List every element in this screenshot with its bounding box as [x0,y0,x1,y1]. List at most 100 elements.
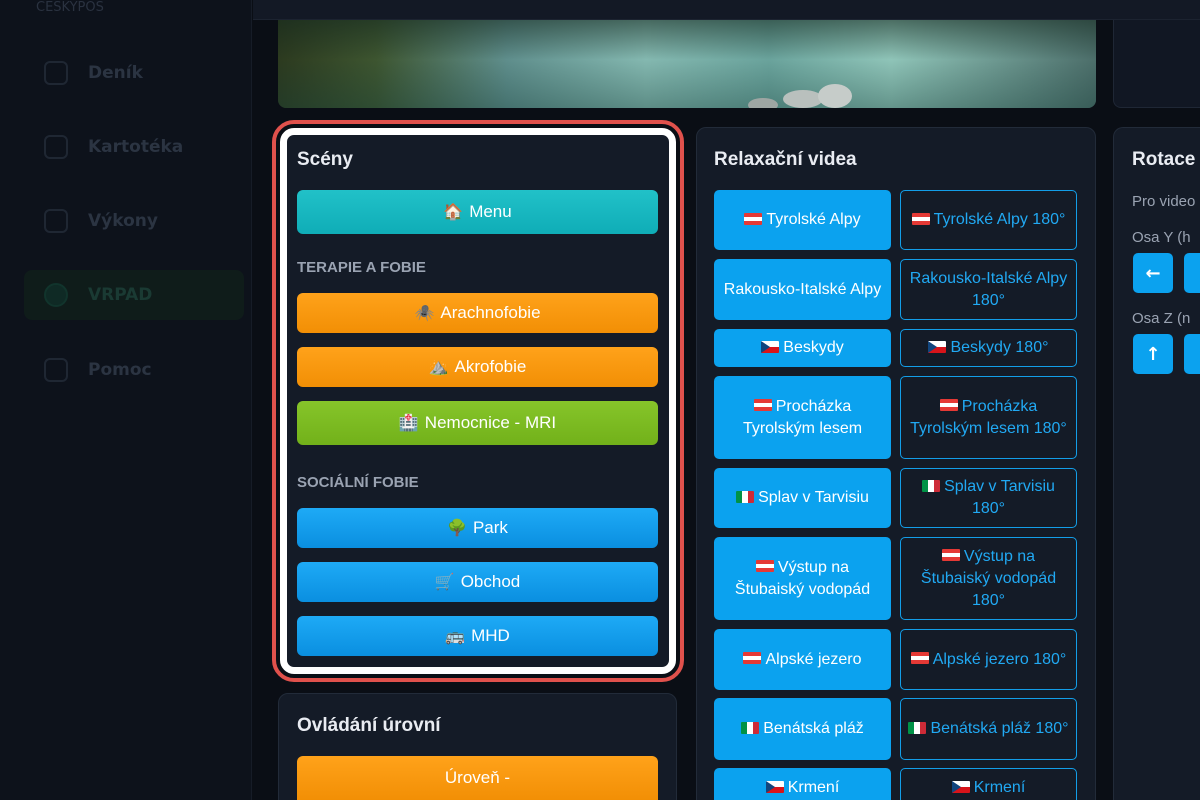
scene-transport-button[interactable]: 🚌 MHD [297,616,658,656]
sidebar-item-label: Deník [88,63,143,83]
relax-videos-title: Relaxační videa [714,149,857,170]
sidebar-item-vykony[interactable]: Výkony [24,196,244,246]
video-label: Krmení [951,777,1025,799]
video-180-button[interactable]: Splav v Tarvisiu 180° [900,468,1077,528]
button-label: Park [472,518,508,537]
flag-cz-icon [765,780,784,793]
rotate-z-up-button[interactable]: ↑ [1133,334,1173,374]
scene-shop-button[interactable]: 🛒 Obchod [297,562,658,602]
flag-at-icon [911,212,930,225]
rotate-y-left-button[interactable]: ← [1133,253,1173,293]
video-button[interactable]: Benátská pláž [714,698,891,760]
video-title: Rakousko-Italské Alpy 180° [909,269,1068,309]
video-button[interactable]: Beskydy [714,329,891,367]
rock-shape [818,84,852,108]
scene-arachnophobia-button[interactable]: 🕷️ Arachnofobie [297,293,658,333]
flag-at-icon [755,560,774,573]
video-label: Benátská pláž 180° [908,718,1069,740]
video-button[interactable]: Výstup na Štubaiský vodopád [714,537,891,620]
flag-it-icon [741,721,760,734]
flag-at-icon [744,212,763,225]
video-title: Tyrolské Alpy [766,211,861,228]
flag-at-icon [939,399,958,412]
video-label: Tyrolské Alpy [744,209,861,231]
therapy-section-label: TERAPIE A FOBIE [297,259,426,276]
scene-hospital-mri-button[interactable]: 🏥 Nemocnice - MRI [297,401,658,445]
right-panel-top [1113,20,1200,108]
video-button[interactable]: Splav v Tarvisiu [714,468,891,528]
video-title: Alpské jezero 180° [932,650,1067,668]
video-title: Beskydy [783,339,844,356]
level-decrease-button[interactable]: Úroveň - [297,756,658,800]
video-180-button[interactable]: Výstup na Štubaiský vodopád 180° [900,537,1077,620]
button-label: Akrofobie [454,357,527,376]
video-title: Splav v Tarvisiu [758,489,869,506]
video-180-button[interactable]: Beskydy 180° [900,329,1077,367]
chart-icon [44,61,68,85]
sidebar-item-label: Kartotéka [88,137,184,157]
scene-acrophobia-button[interactable]: ⛰️ Akrofobie [297,347,658,387]
video-title: Beskydy 180° [950,339,1049,356]
video-label: Procházka Tyrolským lesem 180° [907,396,1070,440]
rotate-z-down-button[interactable] [1184,334,1200,374]
video-180-button[interactable]: Procházka Tyrolským lesem 180° [900,376,1077,459]
video-title: Benátská pláž 180° [930,720,1069,737]
video-180-button[interactable]: Rakousko-Italské Alpy 180° [900,259,1077,320]
scene-menu-button[interactable]: 🏠 Menu [297,190,658,234]
rock-shape [748,98,778,108]
button-label: Arachnofobie [440,303,541,322]
rotation-card [1113,127,1200,800]
video-title: Krmení [787,779,840,796]
video-180-button[interactable]: Benátská pláž 180° [900,698,1077,760]
sidebar-brand: CESKYPOS [36,0,104,15]
video-title: Rakousko-Italské Alpy [723,280,882,298]
video-label: Splav v Tarvisiu 180° [907,476,1070,520]
flag-it-icon [908,721,927,734]
video-180-button[interactable]: Tyrolské Alpy 180° [900,190,1077,250]
video-title: Procházka Tyrolským lesem 180° [910,397,1067,437]
rock-shape [783,90,823,108]
video-button[interactable]: Procházka Tyrolským lesem [714,376,891,459]
video-button[interactable]: Alpské jezero [714,629,891,690]
tree-icon: 🌳 [447,520,467,537]
video-label: Benátská pláž [741,718,864,740]
video-180-button[interactable]: Krmení [900,768,1077,800]
folder-icon [44,135,68,159]
video-button[interactable]: Tyrolské Alpy [714,190,891,250]
video-label: Výstup na Štubaiský vodopád 180° [907,546,1070,612]
house-icon: 🏠 [443,204,464,221]
button-label: MHD [471,626,510,645]
flag-it-icon [922,479,941,492]
level-controls-title: Ovládání úrovní [297,715,441,736]
video-label: Beskydy 180° [928,337,1049,359]
flag-at-icon [743,652,762,665]
scene-preview-image [278,20,1096,108]
bus-icon: 🚌 [445,628,466,645]
flag-it-icon [736,490,755,503]
vr-headset-icon [44,283,68,307]
sidebar-item-label: Pomoc [88,360,152,380]
video-button[interactable]: Krmení [714,768,891,800]
video-180-button[interactable]: Alpské jezero 180° [900,629,1077,690]
rotate-y-right-button[interactable] [1184,253,1200,293]
sidebar-item-pomoc[interactable]: Pomoc [24,345,244,395]
button-label: Nemocnice - MRI [424,413,557,432]
button-label: Menu [469,202,512,221]
video-title: Alpské jezero [765,650,862,668]
axis-y-label: Osa Y (h [1132,229,1191,246]
top-bar [253,0,1200,20]
sidebar-item-denik[interactable]: Deník [24,48,244,98]
scenes-title: Scény [297,149,353,170]
scene-park-button[interactable]: 🌳 Park [297,508,658,548]
sidebar-item-vrpad[interactable]: VRPAD [24,270,244,320]
video-button[interactable]: Rakousko-Italské Alpy [714,259,891,320]
rotation-title: Rotace [1132,149,1196,170]
video-label: Tyrolské Alpy 180° [911,209,1065,231]
arrow-up-icon: ↑ [1145,343,1161,365]
flag-cz-icon [951,780,970,793]
sidebar-item-kartoteka[interactable]: Kartotéka [24,122,244,172]
video-label: Krmení [765,777,840,799]
sidebar-item-label: Výkony [88,211,158,231]
flag-at-icon [910,652,929,665]
video-label: Rakousko-Italské Alpy 180° [907,268,1070,312]
